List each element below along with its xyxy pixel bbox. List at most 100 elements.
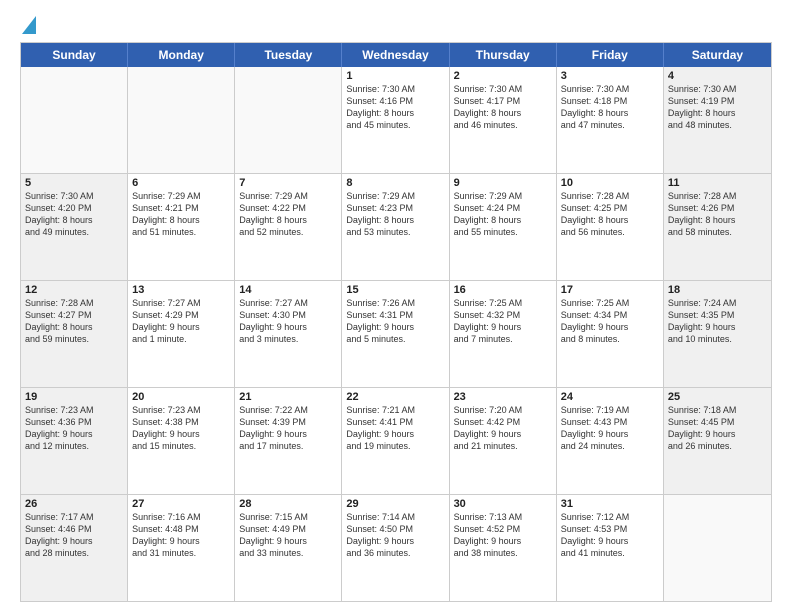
day-cell-3: 3Sunrise: 7:30 AM Sunset: 4:18 PM Daylig… <box>557 67 664 173</box>
day-info: Sunrise: 7:28 AM Sunset: 4:26 PM Dayligh… <box>668 190 767 239</box>
day-info: Sunrise: 7:29 AM Sunset: 4:23 PM Dayligh… <box>346 190 444 239</box>
weekday-header-saturday: Saturday <box>664 43 771 67</box>
day-info: Sunrise: 7:20 AM Sunset: 4:42 PM Dayligh… <box>454 404 552 453</box>
day-number: 15 <box>346 284 444 296</box>
header <box>20 16 772 32</box>
day-number: 28 <box>239 498 337 510</box>
day-cell-31: 31Sunrise: 7:12 AM Sunset: 4:53 PM Dayli… <box>557 495 664 601</box>
day-info: Sunrise: 7:15 AM Sunset: 4:49 PM Dayligh… <box>239 511 337 560</box>
calendar-row-0: 1Sunrise: 7:30 AM Sunset: 4:16 PM Daylig… <box>21 67 771 173</box>
day-cell-21: 21Sunrise: 7:22 AM Sunset: 4:39 PM Dayli… <box>235 388 342 494</box>
day-cell-18: 18Sunrise: 7:24 AM Sunset: 4:35 PM Dayli… <box>664 281 771 387</box>
day-info: Sunrise: 7:27 AM Sunset: 4:30 PM Dayligh… <box>239 297 337 346</box>
day-number: 24 <box>561 391 659 403</box>
logo <box>20 16 36 32</box>
page: SundayMondayTuesdayWednesdayThursdayFrid… <box>0 0 792 612</box>
day-number: 30 <box>454 498 552 510</box>
day-cell-17: 17Sunrise: 7:25 AM Sunset: 4:34 PM Dayli… <box>557 281 664 387</box>
calendar-row-2: 12Sunrise: 7:28 AM Sunset: 4:27 PM Dayli… <box>21 280 771 387</box>
day-info: Sunrise: 7:16 AM Sunset: 4:48 PM Dayligh… <box>132 511 230 560</box>
day-info: Sunrise: 7:24 AM Sunset: 4:35 PM Dayligh… <box>668 297 767 346</box>
day-number: 26 <box>25 498 123 510</box>
day-info: Sunrise: 7:17 AM Sunset: 4:46 PM Dayligh… <box>25 511 123 560</box>
day-cell-14: 14Sunrise: 7:27 AM Sunset: 4:30 PM Dayli… <box>235 281 342 387</box>
day-info: Sunrise: 7:12 AM Sunset: 4:53 PM Dayligh… <box>561 511 659 560</box>
empty-cell <box>664 495 771 601</box>
day-number: 6 <box>132 177 230 189</box>
day-cell-2: 2Sunrise: 7:30 AM Sunset: 4:17 PM Daylig… <box>450 67 557 173</box>
day-number: 5 <box>25 177 123 189</box>
empty-cell <box>235 67 342 173</box>
day-info: Sunrise: 7:23 AM Sunset: 4:36 PM Dayligh… <box>25 404 123 453</box>
day-number: 8 <box>346 177 444 189</box>
day-number: 31 <box>561 498 659 510</box>
calendar-body: 1Sunrise: 7:30 AM Sunset: 4:16 PM Daylig… <box>21 67 771 601</box>
day-number: 11 <box>668 177 767 189</box>
day-cell-6: 6Sunrise: 7:29 AM Sunset: 4:21 PM Daylig… <box>128 174 235 280</box>
day-number: 29 <box>346 498 444 510</box>
day-info: Sunrise: 7:14 AM Sunset: 4:50 PM Dayligh… <box>346 511 444 560</box>
day-number: 1 <box>346 70 444 82</box>
calendar-row-4: 26Sunrise: 7:17 AM Sunset: 4:46 PM Dayli… <box>21 494 771 601</box>
calendar-header: SundayMondayTuesdayWednesdayThursdayFrid… <box>21 43 771 67</box>
day-info: Sunrise: 7:13 AM Sunset: 4:52 PM Dayligh… <box>454 511 552 560</box>
day-info: Sunrise: 7:28 AM Sunset: 4:27 PM Dayligh… <box>25 297 123 346</box>
day-cell-10: 10Sunrise: 7:28 AM Sunset: 4:25 PM Dayli… <box>557 174 664 280</box>
day-number: 16 <box>454 284 552 296</box>
day-cell-22: 22Sunrise: 7:21 AM Sunset: 4:41 PM Dayli… <box>342 388 449 494</box>
day-cell-8: 8Sunrise: 7:29 AM Sunset: 4:23 PM Daylig… <box>342 174 449 280</box>
day-info: Sunrise: 7:30 AM Sunset: 4:19 PM Dayligh… <box>668 83 767 132</box>
empty-cell <box>128 67 235 173</box>
weekday-header-sunday: Sunday <box>21 43 128 67</box>
weekday-header-monday: Monday <box>128 43 235 67</box>
weekday-header-wednesday: Wednesday <box>342 43 449 67</box>
calendar: SundayMondayTuesdayWednesdayThursdayFrid… <box>20 42 772 602</box>
day-cell-4: 4Sunrise: 7:30 AM Sunset: 4:19 PM Daylig… <box>664 67 771 173</box>
day-cell-29: 29Sunrise: 7:14 AM Sunset: 4:50 PM Dayli… <box>342 495 449 601</box>
day-cell-11: 11Sunrise: 7:28 AM Sunset: 4:26 PM Dayli… <box>664 174 771 280</box>
day-number: 17 <box>561 284 659 296</box>
day-cell-28: 28Sunrise: 7:15 AM Sunset: 4:49 PM Dayli… <box>235 495 342 601</box>
day-cell-27: 27Sunrise: 7:16 AM Sunset: 4:48 PM Dayli… <box>128 495 235 601</box>
day-info: Sunrise: 7:22 AM Sunset: 4:39 PM Dayligh… <box>239 404 337 453</box>
day-number: 4 <box>668 70 767 82</box>
day-info: Sunrise: 7:28 AM Sunset: 4:25 PM Dayligh… <box>561 190 659 239</box>
day-info: Sunrise: 7:27 AM Sunset: 4:29 PM Dayligh… <box>132 297 230 346</box>
day-cell-30: 30Sunrise: 7:13 AM Sunset: 4:52 PM Dayli… <box>450 495 557 601</box>
weekday-header-tuesday: Tuesday <box>235 43 342 67</box>
day-info: Sunrise: 7:25 AM Sunset: 4:34 PM Dayligh… <box>561 297 659 346</box>
day-info: Sunrise: 7:29 AM Sunset: 4:21 PM Dayligh… <box>132 190 230 239</box>
calendar-row-3: 19Sunrise: 7:23 AM Sunset: 4:36 PM Dayli… <box>21 387 771 494</box>
day-number: 14 <box>239 284 337 296</box>
day-number: 10 <box>561 177 659 189</box>
day-info: Sunrise: 7:21 AM Sunset: 4:41 PM Dayligh… <box>346 404 444 453</box>
day-info: Sunrise: 7:30 AM Sunset: 4:20 PM Dayligh… <box>25 190 123 239</box>
day-cell-12: 12Sunrise: 7:28 AM Sunset: 4:27 PM Dayli… <box>21 281 128 387</box>
day-number: 25 <box>668 391 767 403</box>
day-number: 7 <box>239 177 337 189</box>
day-number: 20 <box>132 391 230 403</box>
day-info: Sunrise: 7:30 AM Sunset: 4:16 PM Dayligh… <box>346 83 444 132</box>
day-info: Sunrise: 7:25 AM Sunset: 4:32 PM Dayligh… <box>454 297 552 346</box>
empty-cell <box>21 67 128 173</box>
calendar-row-1: 5Sunrise: 7:30 AM Sunset: 4:20 PM Daylig… <box>21 173 771 280</box>
day-cell-24: 24Sunrise: 7:19 AM Sunset: 4:43 PM Dayli… <box>557 388 664 494</box>
logo-triangle <box>22 16 36 34</box>
day-cell-19: 19Sunrise: 7:23 AM Sunset: 4:36 PM Dayli… <box>21 388 128 494</box>
day-cell-7: 7Sunrise: 7:29 AM Sunset: 4:22 PM Daylig… <box>235 174 342 280</box>
day-info: Sunrise: 7:26 AM Sunset: 4:31 PM Dayligh… <box>346 297 444 346</box>
day-number: 12 <box>25 284 123 296</box>
day-cell-9: 9Sunrise: 7:29 AM Sunset: 4:24 PM Daylig… <box>450 174 557 280</box>
day-number: 21 <box>239 391 337 403</box>
day-number: 22 <box>346 391 444 403</box>
day-number: 13 <box>132 284 230 296</box>
day-number: 19 <box>25 391 123 403</box>
day-cell-13: 13Sunrise: 7:27 AM Sunset: 4:29 PM Dayli… <box>128 281 235 387</box>
day-info: Sunrise: 7:29 AM Sunset: 4:24 PM Dayligh… <box>454 190 552 239</box>
day-info: Sunrise: 7:30 AM Sunset: 4:18 PM Dayligh… <box>561 83 659 132</box>
day-info: Sunrise: 7:19 AM Sunset: 4:43 PM Dayligh… <box>561 404 659 453</box>
day-cell-5: 5Sunrise: 7:30 AM Sunset: 4:20 PM Daylig… <box>21 174 128 280</box>
day-cell-16: 16Sunrise: 7:25 AM Sunset: 4:32 PM Dayli… <box>450 281 557 387</box>
day-cell-15: 15Sunrise: 7:26 AM Sunset: 4:31 PM Dayli… <box>342 281 449 387</box>
day-number: 2 <box>454 70 552 82</box>
